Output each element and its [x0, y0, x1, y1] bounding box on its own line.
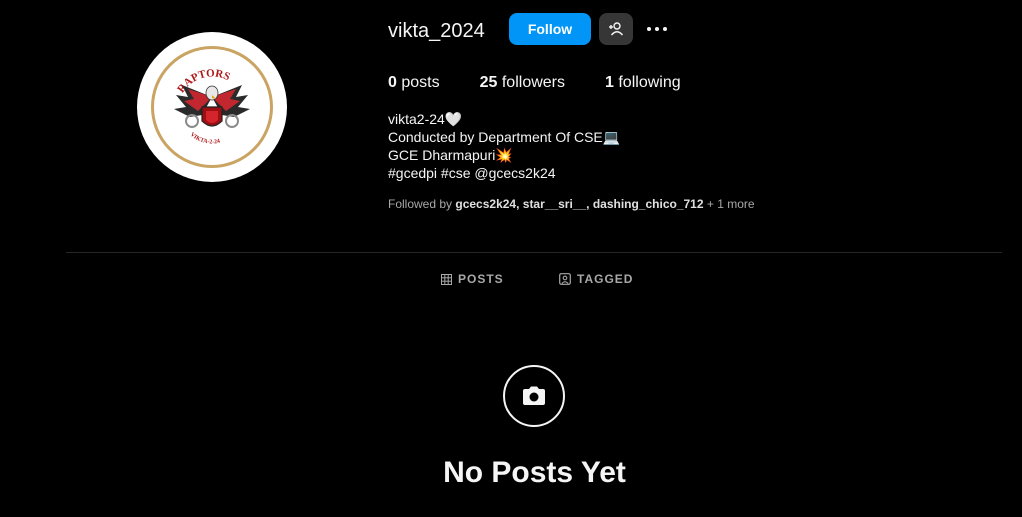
followers-count-value: 25: [479, 74, 498, 91]
following-link[interactable]: 1 following: [605, 73, 681, 93]
tab-tagged[interactable]: TAGGED: [559, 270, 633, 288]
suggested-accounts-button[interactable]: [599, 13, 633, 45]
profile-username: vikta_2024: [388, 20, 485, 42]
posts-count-label: posts: [401, 74, 440, 91]
raptors-logo-icon: RAPTORS VIKTA-2-24: [174, 67, 250, 146]
followed-by-prefix: Followed by: [388, 197, 456, 211]
following-count-value: 1: [605, 74, 614, 91]
avatar-top-text: RAPTORS: [175, 67, 232, 95]
avatar-bottom-text: VIKTA-2-24: [189, 132, 221, 146]
profile-avatar[interactable]: RAPTORS VIKTA-2-24: [137, 32, 287, 182]
bio-hashtags[interactable]: #gcedpi #cse @gcecs2k24: [388, 164, 620, 182]
followers-link[interactable]: 25 followers: [480, 73, 565, 93]
following-count-label: following: [618, 74, 681, 91]
empty-state-title: No Posts Yet: [443, 456, 626, 489]
followed-by-more: + 1 more: [703, 197, 755, 211]
section-divider: [66, 252, 1002, 253]
bio-line: Conducted by Department Of CSE💻: [388, 129, 621, 145]
more-dot: [663, 27, 667, 31]
follow-button[interactable]: Follow: [509, 13, 591, 45]
grid-icon: [441, 273, 452, 285]
avatar-emblem: RAPTORS VIKTA-2-24: [151, 46, 273, 168]
followed-by-names: gcecs2k24, star__sri__, dashing_chico_71…: [455, 197, 704, 211]
tab-posts-label: POSTS: [458, 272, 504, 286]
camera-icon: [503, 365, 565, 427]
bio-line: vikta2-24🤍: [388, 111, 463, 127]
tab-posts[interactable]: POSTS: [441, 270, 504, 288]
person-add-icon: [609, 22, 624, 36]
more-options-button[interactable]: [644, 17, 670, 41]
tab-tagged-label: TAGGED: [577, 272, 634, 286]
posts-count: 0 posts: [388, 73, 440, 93]
profile-bio: vikta2-24🤍 Conducted by Department Of CS…: [388, 110, 620, 182]
bio-line: GCE Dharmapuri💥: [388, 147, 513, 163]
posts-count-value: 0: [388, 74, 397, 91]
profile-stats: 0 posts 25 followers 1 following: [388, 73, 721, 93]
followed-by-text[interactable]: Followed by gcecs2k24, star__sri__, dash…: [388, 196, 755, 212]
more-horizontal-icon: [647, 27, 651, 31]
tag-user-icon: [559, 273, 571, 285]
profile-page: RAPTORS VIKTA-2-24 vikta_2024 Follow 0 p…: [0, 0, 1022, 517]
followers-count-label: followers: [501, 74, 565, 91]
more-dot: [655, 27, 659, 31]
